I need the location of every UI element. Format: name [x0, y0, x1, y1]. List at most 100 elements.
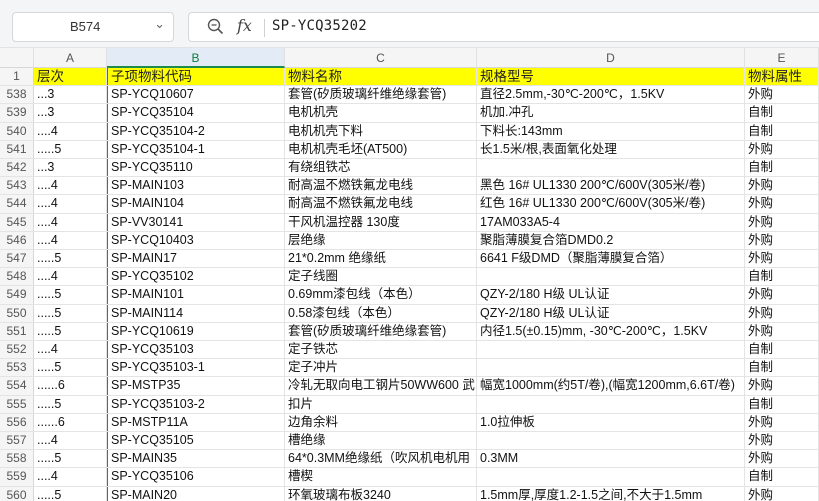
- row-number[interactable]: 539: [0, 104, 34, 122]
- cell-spec[interactable]: [477, 341, 745, 359]
- row-number[interactable]: 560: [0, 486, 34, 501]
- cell-attribute[interactable]: 自制: [745, 122, 819, 140]
- cell-attribute[interactable]: 外购: [745, 213, 819, 231]
- row-number[interactable]: 550: [0, 304, 34, 322]
- cell-attribute[interactable]: 外购: [745, 413, 819, 431]
- cell-level[interactable]: .....5: [34, 359, 107, 377]
- header-cell-spec[interactable]: 规格型号: [477, 68, 745, 86]
- cell-item-name[interactable]: 槽楔: [285, 468, 477, 486]
- row-number[interactable]: 551: [0, 322, 34, 340]
- cell-level[interactable]: ....4: [34, 195, 107, 213]
- cell-spec[interactable]: 幅宽1000mm(约5T/卷),(幅宽1200mm,6.6T/卷): [477, 377, 745, 395]
- header-cell-item-name[interactable]: 物料名称: [285, 68, 477, 86]
- cell-item-name[interactable]: 冷轧无取向电工钢片50WW600 武: [285, 377, 477, 395]
- column-header-b[interactable]: B: [107, 48, 285, 68]
- cell-item-code[interactable]: SP-MSTP11A: [107, 413, 285, 431]
- cell-level[interactable]: ....4: [34, 341, 107, 359]
- cell-item-name[interactable]: 耐高温不燃铁氟龙电线: [285, 195, 477, 213]
- name-box[interactable]: B574 ⌄: [12, 12, 174, 42]
- row-number[interactable]: 554: [0, 377, 34, 395]
- cell-item-name[interactable]: 64*0.3MM绝缘纸（吹风机电机用: [285, 450, 477, 468]
- cell-item-code[interactable]: SP-YCQ35110: [107, 159, 285, 177]
- cell-item-code[interactable]: SP-YCQ35102: [107, 268, 285, 286]
- cell-level[interactable]: ....4: [34, 468, 107, 486]
- cell-spec[interactable]: [477, 159, 745, 177]
- cell-spec[interactable]: 红色 16# UL1330 200℃/600V(305米/卷): [477, 195, 745, 213]
- formula-input[interactable]: fx SP-YCQ35202: [188, 12, 819, 42]
- cell-item-code[interactable]: SP-YCQ35104-2: [107, 122, 285, 140]
- cell-level[interactable]: ...3: [34, 86, 107, 104]
- cell-attribute[interactable]: 自制: [745, 268, 819, 286]
- row-number[interactable]: 542: [0, 159, 34, 177]
- cell-level[interactable]: ....4: [34, 231, 107, 249]
- cell-item-name[interactable]: 21*0.2mm 绝缘纸: [285, 250, 477, 268]
- row-number[interactable]: 541: [0, 140, 34, 158]
- row-number[interactable]: 559: [0, 468, 34, 486]
- cell-item-name[interactable]: 定子铁芯: [285, 341, 477, 359]
- cell-level[interactable]: ....4: [34, 432, 107, 450]
- chevron-down-icon[interactable]: ⌄: [154, 17, 165, 32]
- cell-attribute[interactable]: 自制: [745, 395, 819, 413]
- cell-spec[interactable]: [477, 268, 745, 286]
- cell-attribute[interactable]: 外购: [745, 250, 819, 268]
- cell-item-name[interactable]: 有绕组铁芯: [285, 159, 477, 177]
- cell-attribute[interactable]: 自制: [745, 341, 819, 359]
- cell-item-name[interactable]: 0.69mm漆包线（本色）: [285, 286, 477, 304]
- cell-attribute[interactable]: 自制: [745, 159, 819, 177]
- cell-item-code[interactable]: SP-MAIN17: [107, 250, 285, 268]
- header-cell-item-code[interactable]: 子项物料代码: [107, 68, 285, 86]
- cell-attribute[interactable]: 外购: [745, 322, 819, 340]
- row-number[interactable]: 548: [0, 268, 34, 286]
- row-number[interactable]: 543: [0, 177, 34, 195]
- row-number[interactable]: 540: [0, 122, 34, 140]
- cell-attribute[interactable]: 外购: [745, 140, 819, 158]
- cell-item-code[interactable]: SP-YCQ35104: [107, 104, 285, 122]
- cell-attribute[interactable]: 外购: [745, 195, 819, 213]
- cell-spec[interactable]: 17AM033A5-4: [477, 213, 745, 231]
- function-icon[interactable]: fx: [237, 16, 252, 35]
- cell-level[interactable]: .....5: [34, 304, 107, 322]
- cell-attribute[interactable]: 自制: [745, 359, 819, 377]
- cell-item-code[interactable]: SP-YCQ35103-2: [107, 395, 285, 413]
- cell-attribute[interactable]: 外购: [745, 486, 819, 501]
- cell-level[interactable]: ....4: [34, 122, 107, 140]
- cell-item-name[interactable]: 层绝缘: [285, 231, 477, 249]
- row-number[interactable]: 558: [0, 450, 34, 468]
- cell-spec[interactable]: 1.0拉伸板: [477, 413, 745, 431]
- cell-item-code[interactable]: SP-YCQ35106: [107, 468, 285, 486]
- cell-attribute[interactable]: 外购: [745, 86, 819, 104]
- cell-item-code[interactable]: SP-MAIN101: [107, 286, 285, 304]
- cell-level[interactable]: .....5: [34, 140, 107, 158]
- row-number[interactable]: 546: [0, 231, 34, 249]
- row-number[interactable]: 556: [0, 413, 34, 431]
- cell-item-name[interactable]: 0.58漆包线（本色）: [285, 304, 477, 322]
- cell-item-code[interactable]: SP-YCQ35104-1: [107, 140, 285, 158]
- cell-spec[interactable]: 直径2.5mm,-30℃-200℃，1.5KV: [477, 86, 745, 104]
- cell-level[interactable]: .....5: [34, 486, 107, 501]
- cell-spec[interactable]: 1.5mm厚,厚度1.2-1.5之间,不大于1.5mm: [477, 486, 745, 501]
- cell-item-name[interactable]: 套管(矽质玻璃纤维绝缘套管): [285, 322, 477, 340]
- cell-level[interactable]: ...3: [34, 159, 107, 177]
- row-number[interactable]: 545: [0, 213, 34, 231]
- cell-spec[interactable]: [477, 395, 745, 413]
- cell-level[interactable]: ...3: [34, 104, 107, 122]
- cell-item-name[interactable]: 耐高温不燃铁氟龙电线: [285, 177, 477, 195]
- cell-level[interactable]: ....4: [34, 177, 107, 195]
- cell-item-name[interactable]: 定子线圈: [285, 268, 477, 286]
- cell-level[interactable]: .....5: [34, 250, 107, 268]
- row-number[interactable]: 557: [0, 432, 34, 450]
- cell-level[interactable]: ......6: [34, 377, 107, 395]
- cell-item-name[interactable]: 电机机壳下料: [285, 122, 477, 140]
- row-number[interactable]: 547: [0, 250, 34, 268]
- cell-spec[interactable]: QZY-2/180 H级 UL认证: [477, 286, 745, 304]
- row-number[interactable]: 552: [0, 341, 34, 359]
- cell-item-code[interactable]: SP-MAIN104: [107, 195, 285, 213]
- cell-attribute[interactable]: 自制: [745, 104, 819, 122]
- cell-level[interactable]: .....5: [34, 286, 107, 304]
- cell-level[interactable]: .....5: [34, 322, 107, 340]
- cell-item-code[interactable]: SP-YCQ35105: [107, 432, 285, 450]
- cell-item-name[interactable]: 电机机壳: [285, 104, 477, 122]
- cell-attribute[interactable]: 外购: [745, 377, 819, 395]
- cell-spec[interactable]: 下料长:143mm: [477, 122, 745, 140]
- row-number[interactable]: 538: [0, 86, 34, 104]
